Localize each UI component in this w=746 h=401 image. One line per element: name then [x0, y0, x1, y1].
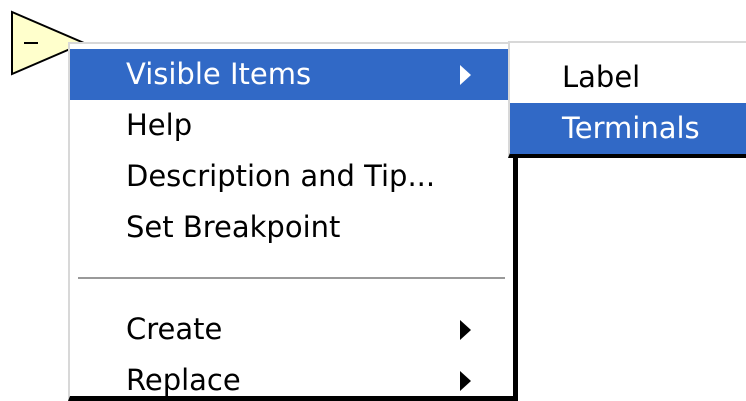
block-diagram-canvas: Visible Items Help Description and Tip..… — [0, 0, 746, 401]
menu-item-create[interactable]: Create — [70, 304, 513, 355]
menu-item-label: Replace — [126, 363, 241, 397]
submenu-item-text: Label — [562, 60, 641, 94]
submenu-arrow-icon — [460, 370, 471, 391]
context-menu: Visible Items Help Description and Tip..… — [68, 42, 518, 401]
menu-item-replace[interactable]: Replace — [70, 355, 513, 401]
menu-item-label: Description and Tip... — [126, 159, 436, 193]
menu-item-label: Visible Items — [126, 57, 312, 91]
menu-item-visible-items[interactable]: Visible Items — [70, 49, 513, 100]
menu-separator — [78, 277, 505, 280]
menu-item-help[interactable]: Help — [70, 100, 513, 151]
submenu-arrow-icon — [460, 319, 471, 340]
submenu-arrow-icon — [460, 64, 471, 85]
submenu-item-text: Terminals — [562, 111, 700, 145]
menu-item-label: Help — [126, 108, 193, 142]
submenu-item-label[interactable]: Label — [510, 52, 746, 103]
menu-item-label: Set Breakpoint — [126, 210, 341, 244]
submenu-item-terminals[interactable]: Terminals — [510, 103, 746, 154]
menu-item-set-breakpoint[interactable]: Set Breakpoint — [70, 202, 513, 253]
menu-item-label: Create — [126, 312, 223, 346]
visible-items-submenu: Label Terminals — [508, 41, 746, 158]
menu-item-description-and-tip[interactable]: Description and Tip... — [70, 151, 513, 202]
